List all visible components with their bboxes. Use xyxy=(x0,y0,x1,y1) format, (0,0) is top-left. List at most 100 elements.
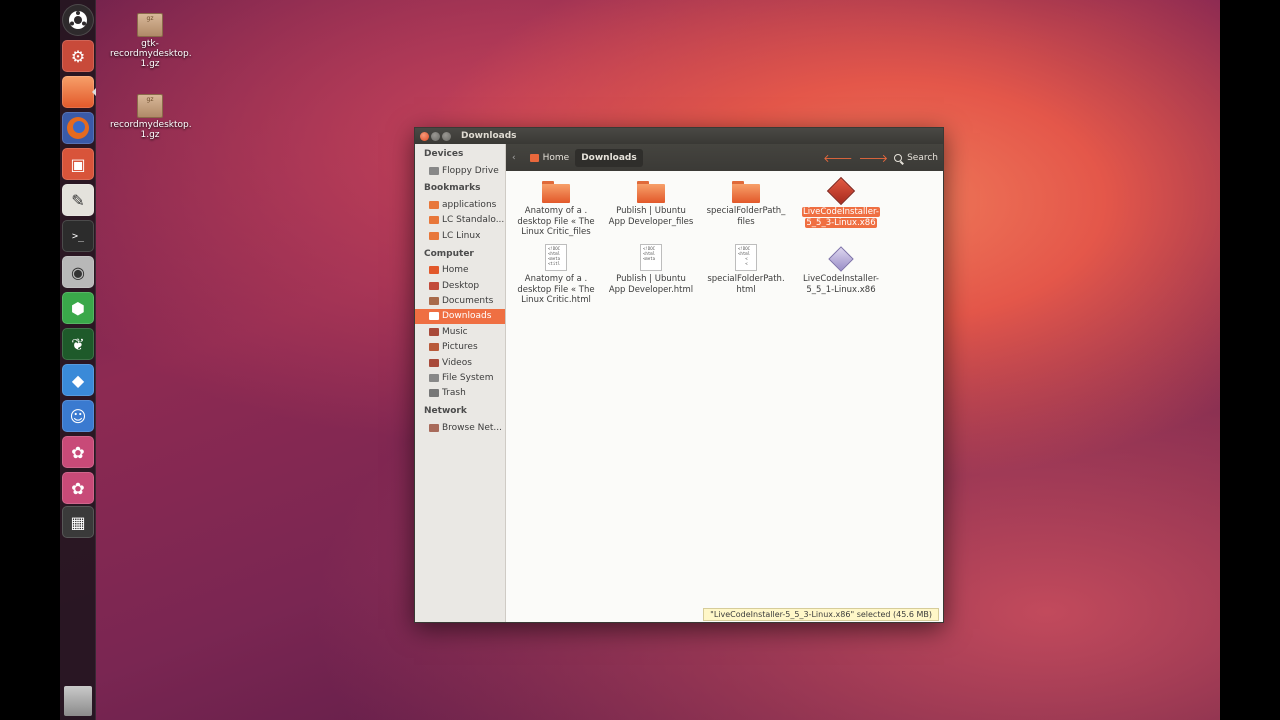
text-editor-icon[interactable]: ✎ xyxy=(62,184,94,216)
folder-icon xyxy=(429,231,439,240)
breadcrumb-home[interactable]: Home xyxy=(524,149,576,167)
desktop-file-gtk-recordmydesktop[interactable]: gz gtk- recordmydesktop. 1.gz xyxy=(110,13,192,69)
file-label: Anatomy of a . xyxy=(524,274,588,284)
window-title: Downloads xyxy=(461,131,517,141)
sidebar-item-videos[interactable]: Videos xyxy=(415,355,505,370)
home-folder-icon[interactable] xyxy=(62,76,94,108)
status-bar: "LiveCodeInstaller-5_5_3-Linux.x86" sele… xyxy=(703,608,939,621)
sidebar-item-label: Floppy Drive xyxy=(442,165,499,176)
desktop-file-label: recordmydesktop. xyxy=(110,49,192,59)
pink-app-icon[interactable]: ✿ xyxy=(62,436,94,468)
file-item-publish-html[interactable]: <!DOC <html <meta Publish | Ubuntu App Dev… xyxy=(605,244,697,295)
sidebar-item-desktop[interactable]: Desktop xyxy=(415,278,505,293)
screenshot-icon[interactable]: ◉ xyxy=(62,256,94,288)
pictures-icon xyxy=(429,343,439,352)
file-item-livecode-551[interactable]: LiveCodeInstaller- 5_5_1-Linux.x86 xyxy=(795,244,887,295)
file-item-publish-folder[interactable]: Publish | Ubuntu App Developer_files xyxy=(605,181,697,227)
blue-robot-app-icon[interactable]: ☺ xyxy=(62,400,94,432)
sidebar-item-documents[interactable]: Documents xyxy=(415,293,505,308)
drive-icon xyxy=(429,373,439,382)
file-item-anatomy-html[interactable]: <!DOC <html <meta <titl Anatomy of a . desk… xyxy=(510,244,602,306)
desktop-icon xyxy=(429,281,439,290)
file-label: Linux Critic.html xyxy=(521,295,591,305)
terminal-icon[interactable]: >_ xyxy=(62,220,94,252)
sidebar-header-computer: Computer xyxy=(424,248,474,259)
sidebar-item-label: File System xyxy=(442,372,494,383)
toolbar: ‹ Home Downloads 🡐 🡒 Search xyxy=(506,144,943,171)
sidebar-item-trash[interactable]: Trash xyxy=(415,386,505,401)
sidebar-item-lc-standalone[interactable]: LC Standalo... xyxy=(415,213,505,228)
folder-icon xyxy=(429,216,439,225)
blue-box-app-icon[interactable]: ◆ xyxy=(62,364,94,396)
desktop-file-recordmydesktop[interactable]: gz recordmydesktop. 1.gz xyxy=(110,94,192,140)
sidebar-item-label: Downloads xyxy=(442,311,492,322)
breadcrumb-label: Home xyxy=(542,152,570,163)
file-label: 5_5_3-Linux.x86 xyxy=(805,217,877,228)
ubuntu-software-center-icon[interactable]: ▣ xyxy=(62,148,94,180)
active-indicator xyxy=(92,88,96,96)
html-file-icon: <!DOC <html <meta xyxy=(640,244,662,271)
file-label: files xyxy=(737,216,755,227)
trash-launcher-icon[interactable] xyxy=(64,686,92,716)
downloads-icon xyxy=(429,312,439,321)
folder-icon xyxy=(732,181,760,203)
sidebar-item-home[interactable]: Home xyxy=(415,263,505,278)
html-file-icon: <!DOC <html <meta <titl xyxy=(545,244,567,271)
maximize-window-button[interactable] xyxy=(442,131,451,141)
music-icon xyxy=(429,327,439,336)
sidebar-item-lc-linux[interactable]: LC Linux xyxy=(415,228,505,243)
file-item-specialfolderpath-folder[interactable]: specialFolderPath_ files xyxy=(700,181,792,227)
desktop-file-label: 1.gz xyxy=(140,59,160,69)
file-label: Linux Critic_files xyxy=(521,227,591,237)
green-leaf-app-icon[interactable]: ❦ xyxy=(62,328,94,360)
file-item-anatomy-folder[interactable]: Anatomy of a . desktop File « The Linux … xyxy=(510,181,602,238)
file-view: Anatomy of a . desktop File « The Linux … xyxy=(506,171,943,622)
forward-arrow-icon[interactable]: 🡒 xyxy=(859,151,889,165)
network-icon xyxy=(429,423,439,432)
file-label: LiveCodeInstaller- xyxy=(802,207,880,217)
close-window-button[interactable] xyxy=(420,131,429,141)
launcher: ⚙ ▣ ✎ >_ ◉ ⬢ ❦ ◆ ☺ ✿ ✿ ▦ xyxy=(60,0,96,720)
file-manager-window: Downloads Devices Floppy Drive Bookmarks… xyxy=(414,127,944,623)
sidebar-item-label: Videos xyxy=(442,357,472,368)
file-label: Anatomy of a . xyxy=(524,206,588,216)
sidebar-item-label: applications xyxy=(442,200,497,211)
green-cube-app-icon[interactable]: ⬢ xyxy=(62,292,94,324)
file-label: desktop File « The xyxy=(517,216,595,227)
back-arrow-icon[interactable]: 🡐 xyxy=(823,151,853,165)
sidebar-item-label: Trash xyxy=(442,388,466,399)
documents-icon xyxy=(429,297,439,306)
folder-icon xyxy=(542,181,570,203)
file-item-livecode-553[interactable]: LiveCodeInstaller- 5_5_3-Linux.x86 xyxy=(795,176,887,228)
sidebar-header-network: Network xyxy=(424,406,467,417)
workspace-switcher-icon[interactable]: ▦ xyxy=(62,506,94,538)
sidebar-item-browse-network[interactable]: Browse Net... xyxy=(415,420,505,435)
sidebar-item-applications[interactable]: applications xyxy=(415,197,505,212)
pink-app-2-icon[interactable]: ✿ xyxy=(62,472,94,504)
file-item-specialfolderpath-html[interactable]: <!DOC <html < < specialFolderPath. html xyxy=(700,244,792,295)
sidebar-item-music[interactable]: Music xyxy=(415,324,505,339)
sidebar-item-file-system[interactable]: File System xyxy=(415,370,505,385)
archive-icon: gz xyxy=(137,13,163,37)
firefox-icon[interactable] xyxy=(62,112,94,144)
titlebar[interactable]: Downloads xyxy=(415,128,943,144)
search-icon[interactable] xyxy=(894,153,903,162)
chevron-left-icon[interactable]: ‹ xyxy=(512,153,516,163)
breadcrumb-label: Downloads xyxy=(581,152,637,163)
places-sidebar: Devices Floppy Drive Bookmarks applicati… xyxy=(415,144,506,622)
dash-home-icon[interactable] xyxy=(62,4,94,36)
software-updater-icon[interactable]: ⚙ xyxy=(62,40,94,72)
file-label: Publish | Ubuntu xyxy=(616,274,686,284)
search-button-label[interactable]: Search xyxy=(907,153,938,163)
sidebar-item-downloads[interactable]: Downloads xyxy=(415,308,505,325)
folder-icon xyxy=(637,181,665,203)
sidebar-item-label: Pictures xyxy=(442,342,478,353)
installer-icon xyxy=(828,246,854,272)
minimize-window-button[interactable] xyxy=(431,131,440,141)
breadcrumb-downloads[interactable]: Downloads xyxy=(575,148,643,167)
file-label: App Developer_files xyxy=(608,216,694,227)
sidebar-item-floppy-drive[interactable]: Floppy Drive xyxy=(415,163,505,178)
sidebar-item-pictures[interactable]: Pictures xyxy=(415,340,505,355)
file-label: html xyxy=(736,284,756,295)
file-label: 5_5_1-Linux.x86 xyxy=(806,284,876,295)
